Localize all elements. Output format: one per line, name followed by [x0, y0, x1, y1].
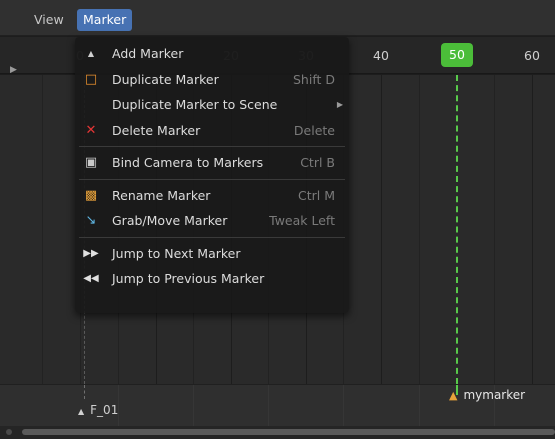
- duplicate-icon: □: [84, 71, 98, 87]
- menu-item-label: Bind Camera to Markers: [112, 155, 264, 170]
- menu-item-label: Delete Marker: [112, 122, 201, 138]
- ruler-tick-40: 40: [373, 48, 389, 63]
- expand-arrow-icon[interactable]: ▶: [10, 65, 17, 75]
- grab-move-icon: ↘: [85, 213, 97, 228]
- menu-item-label: Rename Marker: [112, 187, 211, 203]
- menu-item-bind-camera[interactable]: ▣ Bind Camera to Markers Ctrl B: [75, 150, 349, 176]
- grid-line: [381, 75, 382, 384]
- menu-item-shortcut: Ctrl M: [298, 187, 335, 203]
- marker-mymarker[interactable]: ▲ mymarker: [449, 388, 525, 402]
- menu-item-label: Duplicate Marker: [112, 71, 219, 87]
- menu-item-label: Grab/Move Marker: [112, 213, 228, 228]
- grid-line: [343, 385, 344, 426]
- marker-strip[interactable]: ▲ F_01 ▲ mymarker: [0, 384, 555, 426]
- menu-item-label: Add Marker: [112, 46, 184, 61]
- menu-separator: [79, 236, 345, 238]
- selected-marker-icon: ▲: [449, 389, 458, 402]
- menu-item-jump-previous[interactable]: ◀◀ Jump to Previous Marker: [75, 266, 349, 292]
- grid-line: [419, 75, 420, 384]
- timeline-header: View Marker: [0, 0, 555, 36]
- menu-separator: [79, 178, 345, 180]
- marker-f01[interactable]: ▲ F_01: [78, 403, 118, 417]
- menu-item-grab-move-marker[interactable]: ↘ Grab/Move Marker Tweak Left: [75, 208, 349, 234]
- grid-line: [532, 75, 533, 384]
- menu-item-delete-marker[interactable]: ✕ Delete Marker Delete: [75, 118, 349, 144]
- jump-next-icon: ▶▶: [83, 247, 99, 259]
- menu-marker[interactable]: Marker: [77, 9, 133, 31]
- menu-item-shortcut: Ctrl B: [300, 155, 335, 170]
- current-frame-indicator[interactable]: 50: [441, 43, 473, 67]
- rename-icon: ▩: [84, 187, 98, 203]
- jump-previous-icon: ◀◀: [83, 273, 99, 284]
- add-marker-icon: ▲: [87, 49, 95, 58]
- marker-dropdown-menu: ▲ Add Marker □ Duplicate Marker Shift D …: [75, 37, 349, 313]
- horizontal-scrollbar[interactable]: [0, 426, 555, 439]
- menu-item-duplicate-marker-to-scene[interactable]: Duplicate Marker to Scene ▶: [75, 92, 349, 118]
- scrollbar-handle-start[interactable]: [6, 429, 12, 435]
- marker-label: F_01: [90, 403, 119, 417]
- scrollbar-thumb[interactable]: [22, 429, 555, 435]
- grid-line: [193, 385, 194, 426]
- marker-f01-stem: [84, 385, 85, 399]
- marker-label: mymarker: [463, 388, 526, 402]
- menu-item-rename-marker[interactable]: ▩ Rename Marker Ctrl M: [75, 183, 349, 209]
- grid-line: [494, 75, 495, 384]
- marker-triangle-icon: ▲: [78, 407, 85, 416]
- menu-separator: [79, 146, 345, 147]
- grid-line: [419, 385, 420, 426]
- grid-line: [42, 75, 43, 384]
- grid-line: [268, 385, 269, 426]
- camera-icon: ▣: [84, 155, 98, 170]
- menu-item-label: Duplicate Marker to Scene: [112, 97, 278, 112]
- ruler-tick-60: 60: [524, 48, 540, 63]
- menu-item-add-marker[interactable]: ▲ Add Marker: [75, 41, 349, 67]
- menu-item-label: Jump to Next Marker: [112, 245, 241, 261]
- menu-item-shortcut: Delete: [293, 122, 335, 138]
- playhead-line[interactable]: [456, 75, 458, 384]
- menu-item-shortcut: Tweak Left: [269, 213, 335, 228]
- menu-item-shortcut: Shift D: [292, 71, 335, 87]
- delete-x-icon: ✕: [85, 122, 97, 138]
- menu-item-label: Jump to Previous Marker: [112, 271, 265, 286]
- submenu-arrow-icon: ▶: [336, 100, 343, 109]
- menu-item-duplicate-marker[interactable]: □ Duplicate Marker Shift D: [75, 67, 349, 93]
- menu-item-jump-next[interactable]: ▶▶ Jump to Next Marker: [75, 241, 349, 267]
- menu-view[interactable]: View: [28, 9, 70, 31]
